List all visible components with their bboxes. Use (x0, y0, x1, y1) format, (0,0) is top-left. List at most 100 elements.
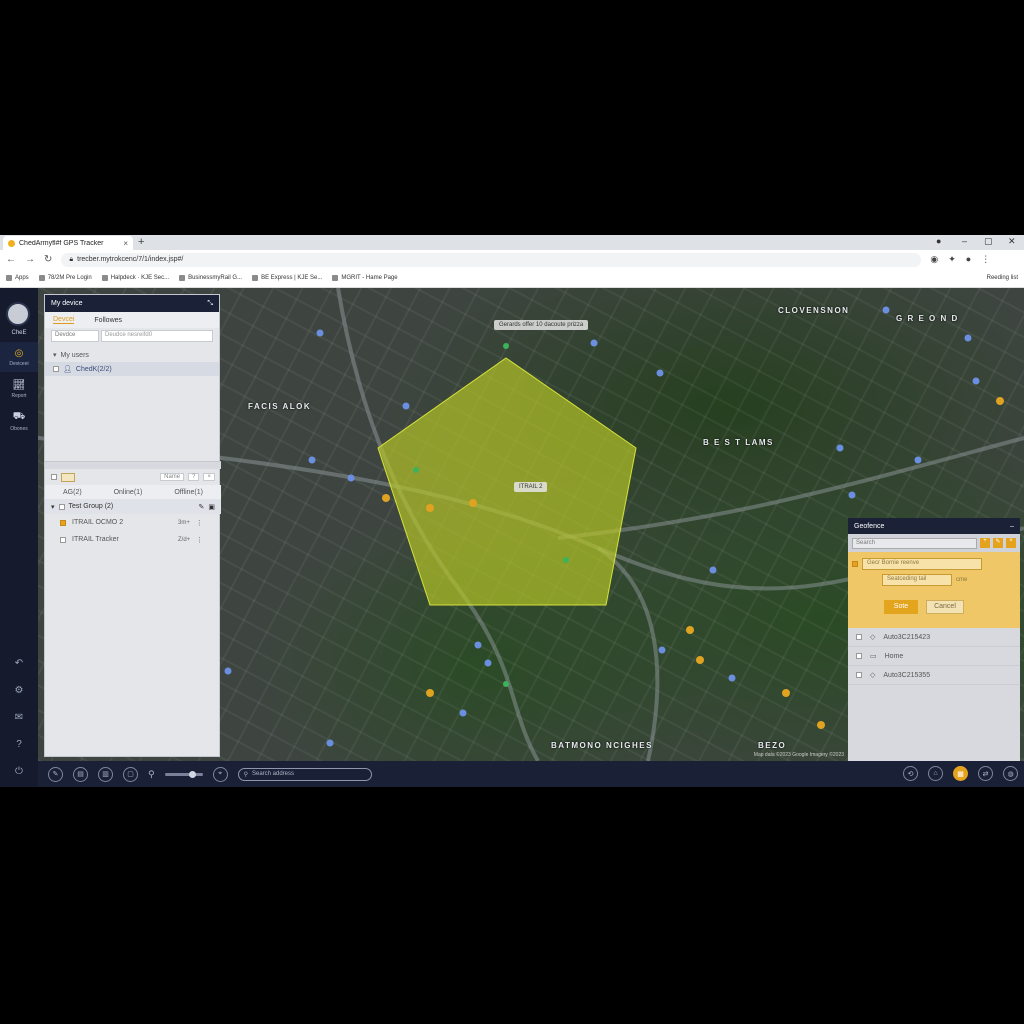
bookmark-item[interactable]: BusinessmyRail G... (179, 275, 242, 281)
minimize-icon[interactable]: – (962, 236, 967, 246)
more-icon[interactable]: ⋮ (196, 536, 203, 544)
locate-icon[interactable]: ⌖ (212, 766, 228, 782)
record-icon[interactable]: ● (936, 236, 941, 246)
layers-icon[interactable]: ▤ (73, 766, 88, 782)
zoom-slider[interactable] (164, 770, 203, 778)
folder-icon[interactable] (61, 472, 75, 482)
filter-offline[interactable]: Offline(1) (174, 489, 203, 496)
device-marker-tag[interactable]: ITRAIL 2 (514, 482, 548, 492)
device-checkbox[interactable] (60, 536, 66, 543)
draw-icon[interactable]: ✎ (48, 766, 63, 782)
avatar[interactable] (6, 302, 30, 326)
list-item[interactable]: ITRAIL OCMO 2 3m+ ⋮ (45, 514, 221, 531)
lock-icon: 🔒︎ (69, 255, 74, 263)
bookmark-apps[interactable]: Apps (6, 275, 29, 281)
profile-icon[interactable]: ● (966, 254, 971, 265)
maximize-icon[interactable]: ▢ (984, 236, 993, 247)
bookmark-item[interactable]: BE Express | KJE Se... (252, 275, 322, 281)
search-icon: ⚲ (243, 771, 248, 778)
extensions-icon[interactable]: ✦ (948, 254, 956, 265)
bookmark-item[interactable]: 78/2M Pre Login (38, 275, 92, 281)
map-type-icon[interactable]: ◍ (1003, 766, 1018, 781)
edit-icon[interactable]: ✎ (993, 538, 1003, 548)
nav-item-device[interactable]: ◎ Deviceei (0, 342, 38, 372)
geofence-name-field[interactable]: Gecr Bornie reenve (862, 558, 982, 570)
screen-frame: ChedArmyfl#f GPS Tracker × + ● – ▢ ✕ ← →… (0, 235, 1024, 787)
reading-list[interactable]: Reeding list (987, 275, 1018, 281)
close-window-icon[interactable]: ✕ (1008, 236, 1016, 247)
minimize-icon[interactable]: – (1010, 523, 1014, 530)
list-item[interactable]: ◇ Auto3C215423 (848, 628, 1020, 647)
add-icon[interactable]: + (980, 538, 990, 548)
filter-online[interactable]: Online(1) (114, 489, 143, 496)
fullscreen-icon[interactable]: ▢ (123, 766, 138, 782)
list-item[interactable]: ◇ Auto3C215355 (848, 666, 1020, 685)
geofence-item-checkbox[interactable] (856, 634, 862, 640)
geofence-item-checkbox[interactable] (856, 672, 862, 678)
browser-tab-bar: ChedArmyfl#f GPS Tracker × + ● – ▢ ✕ (0, 235, 1024, 250)
bookmark-item[interactable]: MGRIT - Hame Page (332, 275, 398, 281)
bookmarks-bar: Apps 78/2M Pre Login Halpdeck · KJE Sec.… (0, 269, 1024, 288)
route-icon[interactable]: ⇄ (978, 766, 993, 781)
nav-item-objects[interactable]: ⛟ Obones (0, 406, 38, 436)
power-icon[interactable]: ⏻ (0, 766, 38, 777)
more-icon[interactable]: ⋮ (196, 519, 203, 527)
ruler-icon[interactable]: ⟲ (903, 766, 918, 781)
select-all-checkbox[interactable] (51, 474, 57, 480)
geofence-search-input[interactable]: Search (852, 537, 977, 549)
settings-icon[interactable]: ⚙ (0, 685, 38, 696)
geofence-checkbox[interactable] (852, 561, 858, 567)
close-icon[interactable]: × (203, 473, 215, 481)
camera-icon[interactable]: ◉ (930, 254, 938, 265)
search-type-select[interactable]: Devdce (51, 330, 99, 342)
geofence-polygon (377, 357, 637, 606)
edit-icon[interactable]: ✎ (199, 503, 205, 511)
zoom-icon[interactable]: ⚲ (148, 769, 155, 780)
filter-all[interactable]: AG(2) (63, 489, 82, 496)
poi-icon[interactable]: ⌂ (928, 766, 943, 781)
help-icon[interactable]: ? (0, 739, 38, 750)
device-group[interactable]: ▾ Test Group (2) ✎ ▣ (45, 499, 221, 514)
save-button[interactable]: Sote (884, 600, 918, 614)
panel-splitter[interactable] (45, 461, 221, 469)
forward-icon[interactable]: → (25, 254, 35, 265)
bookmark-item[interactable]: Halpdeck · KJE Sec... (101, 275, 169, 281)
device-search-input[interactable]: Deudce nesreifd0 (101, 330, 213, 342)
more-icon[interactable]: ▣ (208, 503, 221, 511)
geofence-item-checkbox[interactable] (856, 653, 862, 659)
globe-icon (332, 275, 339, 281)
reload-icon[interactable]: ↻ (44, 254, 52, 265)
map-info-note[interactable]: Gerards offer 10 dacoute prizza (494, 320, 589, 330)
back-icon[interactable]: ← (6, 254, 16, 265)
user-checkbox[interactable] (53, 366, 59, 372)
message-icon[interactable]: ✉ (0, 712, 38, 723)
zoom-handle[interactable] (188, 770, 196, 778)
address-search-input[interactable]: ⚲ Search address (237, 767, 372, 781)
geofence-tool-icon[interactable]: ▦ (953, 766, 968, 781)
map-label: G R E O N D (896, 314, 959, 323)
nav-item-report[interactable]: 📈︎ Report (0, 374, 38, 404)
menu-icon[interactable]: ⋮ (981, 254, 990, 265)
map-label: B E S T LAMS (703, 438, 774, 447)
undo-icon[interactable]: ↶ (0, 658, 38, 669)
tab-devices[interactable]: Devcei (53, 316, 75, 324)
delete-icon[interactable]: × (1006, 538, 1016, 548)
group-checkbox[interactable] (58, 503, 65, 510)
tab-close-icon[interactable]: × (123, 239, 128, 248)
collapse-icon[interactable]: ⤡ (207, 300, 213, 308)
list-item[interactable]: ITRAIL Tracker Z/d+ ⋮ (45, 531, 221, 548)
geofence-toolbar: Search + ✎ × (848, 534, 1020, 552)
tree-header[interactable]: ▾ My users (45, 348, 219, 362)
geofence-type-select[interactable]: Seatceding tail (882, 574, 952, 586)
list-item[interactable]: ▭ Home (848, 647, 1020, 666)
traffic-icon[interactable]: ▥ (98, 766, 113, 782)
user-node[interactable]: 👤︎ ChedK(2/2) (45, 362, 219, 376)
cancel-button[interactable]: Cancel (926, 600, 964, 614)
url-field[interactable]: 🔒︎ trecber.mytrokcenc/7/1/index.jsp#/ (61, 252, 922, 267)
help-icon[interactable]: ? (188, 473, 200, 481)
tab-followers[interactable]: Followes (94, 317, 122, 324)
device-checkbox[interactable] (60, 519, 66, 526)
new-tab-icon[interactable]: + (138, 236, 144, 248)
sort-select[interactable]: Name (160, 473, 185, 481)
browser-tab[interactable]: ChedArmyfl#f GPS Tracker × (3, 236, 133, 250)
